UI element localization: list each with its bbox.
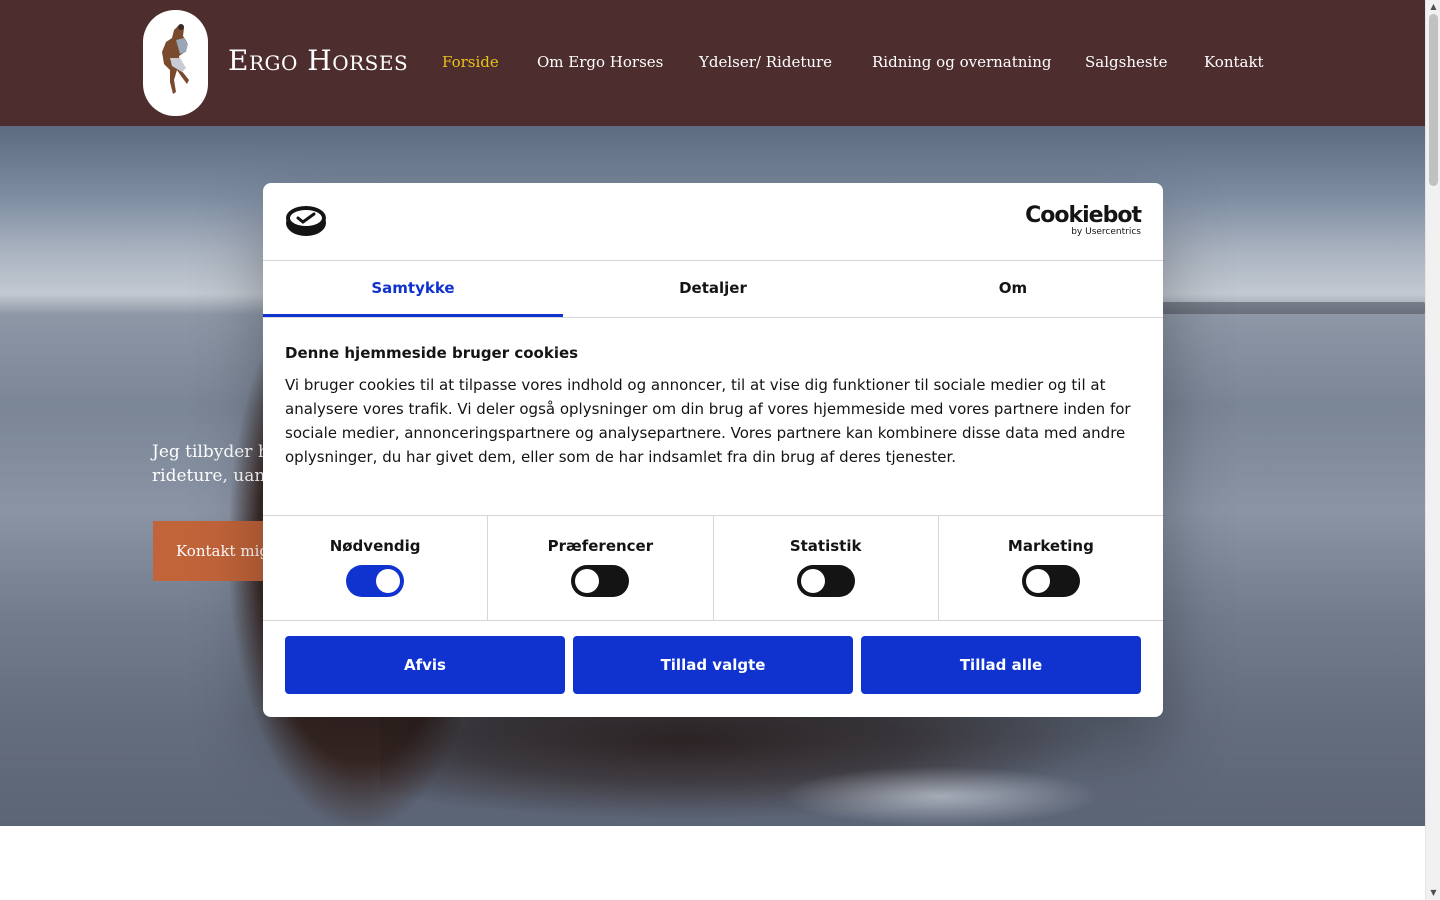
marketing-toggle[interactable] <box>1021 565 1080 597</box>
category-statistics: Statistik <box>714 516 939 620</box>
site-brand[interactable]: Ergo Horses <box>228 44 408 77</box>
category-necessary: Nødvendig <box>263 516 489 620</box>
nav-link-kontakt[interactable]: Kontakt <box>1204 53 1264 71</box>
nav-link-forside[interactable]: Forside <box>442 53 499 71</box>
hero-water-splash <box>780 766 1100 826</box>
nav-link-om-ergo-horses[interactable]: Om Ergo Horses <box>537 53 663 71</box>
nav-link-salgsheste[interactable]: Salgsheste <box>1085 53 1167 71</box>
preferences-toggle[interactable] <box>571 565 630 597</box>
hero-text-line-1: Jeg tilbyder h <box>152 442 269 462</box>
cookie-dialog-header: Cookiebot by Usercentrics <box>263 183 1163 261</box>
horse-rider-logo-icon <box>161 24 189 94</box>
cookie-dialog-body: Denne hjemmeside bruger cookies Vi bruge… <box>285 342 1145 469</box>
cookie-dialog-buttons: Afvis Tillad valgte Tillad alle <box>285 636 1141 694</box>
site-header: Ergo Horses Forside Om Ergo Horses Ydels… <box>0 0 1425 126</box>
category-preferences-label: Præferencer <box>547 537 654 555</box>
cookiebot-brand-name: Cookiebot <box>1025 203 1142 228</box>
toggle-knob <box>575 569 600 593</box>
scrollbar-thumb[interactable] <box>1429 14 1438 186</box>
cookie-dialog-tabs: Samtykke Detaljer Om <box>263 261 1163 318</box>
cookie-dialog-title: Denne hjemmeside bruger cookies <box>285 344 579 362</box>
statistics-toggle[interactable] <box>796 565 855 597</box>
toggle-knob <box>800 569 825 593</box>
toggle-knob <box>376 569 401 593</box>
tab-samtykke[interactable]: Samtykke <box>263 261 563 317</box>
allow-all-button[interactable]: Tillad alle <box>861 636 1141 694</box>
tab-om[interactable]: Om <box>863 261 1163 317</box>
logo-link[interactable] <box>143 10 208 116</box>
nav-link-ridning-og-overnatning[interactable]: Ridning og overnatning <box>872 53 1052 71</box>
category-marketing-label: Marketing <box>1007 537 1094 555</box>
reject-button[interactable]: Afvis <box>285 636 565 694</box>
allow-selected-button[interactable]: Tillad valgte <box>573 636 853 694</box>
scroll-up-arrow-icon[interactable]: ▲ <box>1426 0 1440 14</box>
scroll-down-arrow-icon[interactable]: ▼ <box>1426 886 1440 900</box>
cookiebot-brand-sub: by Usercentrics <box>1071 227 1141 237</box>
toggle-knob <box>1025 569 1050 593</box>
necessary-toggle[interactable] <box>346 565 405 597</box>
cookie-category-switches: Nødvendig Præferencer Statistik Marketin… <box>263 515 1163 621</box>
page-scrollbar[interactable]: ▲ ▼ <box>1425 0 1440 900</box>
tab-detaljer[interactable]: Detaljer <box>563 261 863 317</box>
cookie-consent-dialog: Cookiebot by Usercentrics Samtykke Detal… <box>263 183 1163 717</box>
category-statistics-label: Statistik <box>789 537 862 555</box>
category-necessary-label: Nødvendig <box>329 537 421 555</box>
cookie-dialog-description: Vi bruger cookies til at tilpasse vores … <box>285 376 1131 466</box>
category-marketing: Marketing <box>939 516 1163 620</box>
cookiebot-logo-icon <box>286 206 326 236</box>
hero-text-line-2: rideture, uans <box>152 466 275 486</box>
category-preferences: Præferencer <box>488 516 714 620</box>
cookiebot-brand[interactable]: Cookiebot by Usercentrics <box>1025 203 1142 237</box>
nav-link-ydelser-rideture[interactable]: Ydelser/ Rideture <box>699 53 832 71</box>
